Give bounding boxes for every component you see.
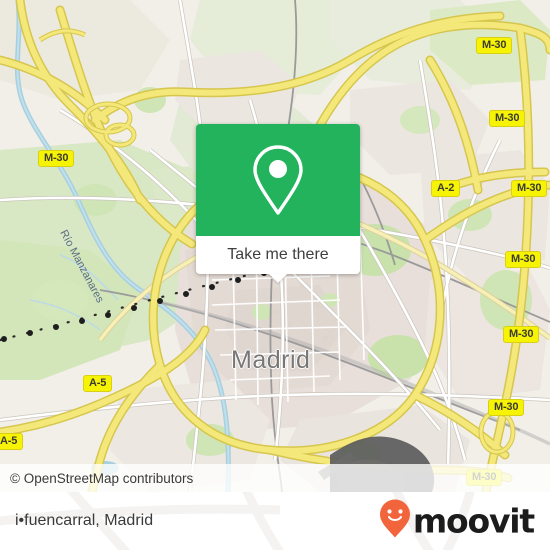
road-shield: A-2 (431, 180, 461, 197)
road-shield: M-30 (505, 251, 542, 268)
popup-header (196, 124, 360, 236)
road-shield: M-30 (38, 150, 75, 167)
moovit-wordmark: moovit (412, 501, 535, 541)
map-canvas[interactable]: Madrid Río Manzanares M-30 M-30 M-30 A-2 M-3… (0, 0, 550, 492)
road-shield: M-30 (511, 180, 548, 197)
popup-pointer-tail (269, 274, 287, 283)
map-pin-icon (249, 143, 307, 217)
road-shield: A-5 (83, 375, 113, 392)
road-shield: M-30 (488, 399, 525, 416)
road-shield: A-5 (0, 433, 24, 450)
location-title: i•fuencarral, Madrid (15, 512, 154, 529)
road-shield: M-30 (476, 37, 513, 54)
moovit-map-screenshot: Madrid Río Manzanares M-30 M-30 M-30 A-2 M-3… (0, 0, 550, 550)
moovit-brand[interactable]: moovit (379, 499, 535, 544)
destination-popup-card[interactable]: Take me there (196, 124, 360, 283)
map-city-label: Madrid (231, 346, 311, 374)
map-attribution-bar: © OpenStreetMap contributors (0, 464, 550, 492)
take-me-there-button[interactable]: Take me there (196, 236, 360, 283)
footer-bar: i•fuencarral, Madrid moovit (0, 492, 550, 550)
attribution-text[interactable]: © OpenStreetMap contributors (0, 471, 193, 486)
take-me-there-label: Take me there (227, 246, 329, 263)
road-shield: M-30 (489, 110, 526, 127)
road-shield: M-30 (503, 326, 540, 343)
moovit-pin-smile-icon (379, 499, 411, 544)
